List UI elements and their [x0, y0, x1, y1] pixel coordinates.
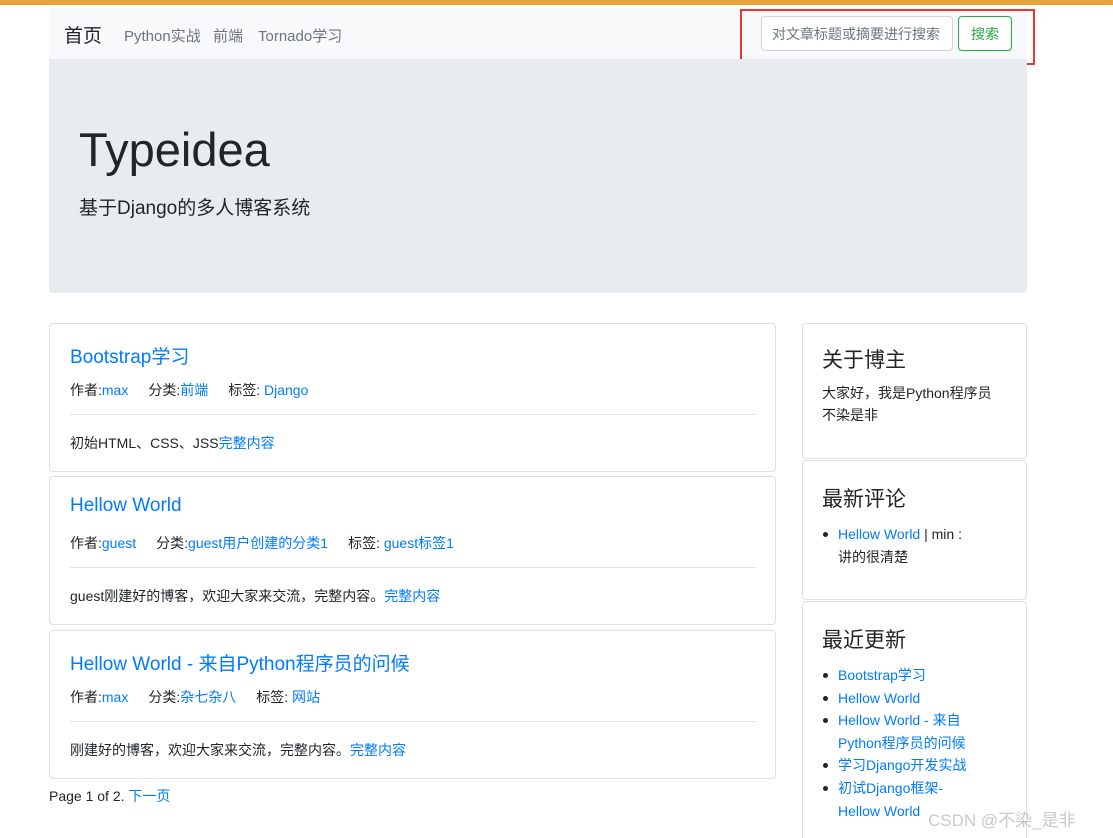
category-link[interactable]: 杂七杂八 [180, 689, 236, 705]
comments-title: 最新评论 [822, 488, 906, 511]
about-title: 关于博主 [822, 349, 906, 372]
sidebar-recent-card: 最近更新 Bootstrap学习 Hellow World Hellow Wor… [802, 601, 1027, 838]
nav-brand-home[interactable]: 首页 [64, 21, 102, 48]
next-page-link[interactable]: 下一页 [128, 788, 170, 804]
post-meta: 作者:guest 分类:guest用户创建的分类1 标签: guest标签1 [70, 533, 454, 553]
post-title-link[interactable]: Hellow World [70, 495, 182, 517]
site-title: Typeidea [79, 123, 270, 176]
post-desc: 刚建好的博客，欢迎大家来交流，完整内容。完整内容 [70, 740, 406, 760]
tag-link[interactable]: 网站 [292, 689, 320, 705]
author-link[interactable]: max [102, 382, 128, 398]
post-title-link[interactable]: Hellow World - 来自Python程序员的问候 [70, 649, 410, 676]
post-desc-text: guest刚建好的博客，欢迎大家来交流，完整内容。 [70, 588, 385, 604]
comment-post-link[interactable]: Hellow World [838, 526, 920, 542]
site-subtitle: 基于Django的多人博客系统 [79, 198, 311, 219]
about-line: 不染是非 [822, 407, 878, 423]
post-card: Bootstrap学习 作者:max 分类:前端 标签: Django 初始HTML… [49, 323, 776, 472]
recent-post-link[interactable]: Python程序员的问候 [838, 735, 966, 751]
nav-link-frontend[interactable]: 前端 [213, 25, 243, 46]
divider [70, 414, 756, 415]
recent-item: Hellow World [823, 687, 998, 710]
author-label: 作者: [70, 535, 102, 551]
post-desc: guest刚建好的博客，欢迎大家来交流，完整内容。完整内容 [70, 586, 440, 606]
post-desc-text: 刚建好的博客，欢迎大家来交流，完整内容。 [70, 742, 350, 758]
author-label: 作者: [70, 689, 102, 705]
divider [70, 567, 756, 568]
watermark: CSDN @不染_是非 [928, 811, 1076, 830]
search-button[interactable]: 搜索 [958, 16, 1012, 51]
recent-item: 学习Django开发实战 [823, 754, 998, 777]
recent-item: Hellow World - 来自 Python程序员的问候 [823, 709, 998, 754]
tag-label: 标签: [256, 689, 293, 705]
recent-title: 最近更新 [822, 629, 906, 652]
read-more-link[interactable]: 完整内容 [350, 742, 406, 758]
post-title-link[interactable]: Bootstrap学习 [70, 342, 189, 369]
tag-label: 标签: [228, 382, 265, 398]
recent-post-link[interactable]: Hellow World [838, 803, 920, 819]
post-meta: 作者:max 分类:前端 标签: Django [70, 380, 308, 400]
recent-post-link[interactable]: Hellow World [838, 690, 920, 706]
category-label: 分类: [148, 689, 181, 705]
category-label: 分类: [148, 382, 181, 398]
category-label: 分类: [156, 535, 189, 551]
pagination-text: Page 1 of 2. [49, 788, 125, 804]
nav-link-python[interactable]: Python实战 [124, 25, 201, 46]
sidebar-about-card: 关于博主 大家好，我是Python程序员 不染是非 [802, 323, 1027, 459]
author-label: 作者: [70, 382, 102, 398]
author-link[interactable]: max [102, 689, 128, 705]
recent-item: Bootstrap学习 [823, 664, 998, 687]
comment-item: Hellow World | min : 讲的很清楚 [823, 523, 998, 568]
nav-link-tornado[interactable]: Tornado学习 [258, 25, 342, 46]
sidebar-comments-card: 最新评论 Hellow World | min : 讲的很清楚 [802, 460, 1027, 600]
category-link[interactable]: guest用户创建的分类1 [188, 535, 328, 551]
post-meta: 作者:max 分类:杂七杂八 标签: 网站 [70, 687, 320, 707]
comments-list: Hellow World | min : 讲的很清楚 [823, 523, 998, 568]
recent-post-link[interactable]: 初试Django框架- [838, 780, 943, 796]
about-text: 大家好，我是Python程序员 不染是非 [822, 382, 1012, 426]
pagination: Page 1 of 2. 下一页 [49, 786, 170, 806]
comment-author: | min : [920, 526, 962, 542]
top-accent-bar [0, 0, 1113, 5]
tag-link[interactable]: guest标签1 [384, 535, 454, 551]
read-more-link[interactable]: 完整内容 [219, 435, 275, 451]
tag-link[interactable]: Django [264, 382, 308, 398]
recent-post-link[interactable]: 学习Django开发实战 [838, 757, 966, 773]
search-input[interactable] [761, 16, 953, 51]
post-card: Hellow World 作者:guest 分类:guest用户创建的分类1 标签:… [49, 476, 776, 625]
comment-text: 讲的很清楚 [838, 548, 908, 565]
jumbotron: Typeidea 基于Django的多人博客系统 [49, 59, 1027, 293]
recent-post-link[interactable]: Bootstrap学习 [838, 667, 926, 683]
recent-post-link[interactable]: Hellow World - 来自 [838, 712, 961, 728]
recent-list: Bootstrap学习 Hellow World Hellow World - … [823, 664, 998, 822]
tag-label: 标签: [348, 535, 384, 551]
author-link[interactable]: guest [102, 535, 136, 551]
category-link[interactable]: 前端 [180, 382, 208, 398]
about-line: 大家好，我是Python程序员 [822, 385, 992, 401]
divider [70, 721, 756, 722]
post-desc-text: 初始HTML、CSS、JSS [70, 435, 219, 451]
post-desc: 初始HTML、CSS、JSS完整内容 [70, 433, 275, 453]
read-more-link[interactable]: 完整内容 [384, 588, 440, 604]
post-card: Hellow World - 来自Python程序员的问候 作者:max 分类:杂… [49, 630, 776, 779]
